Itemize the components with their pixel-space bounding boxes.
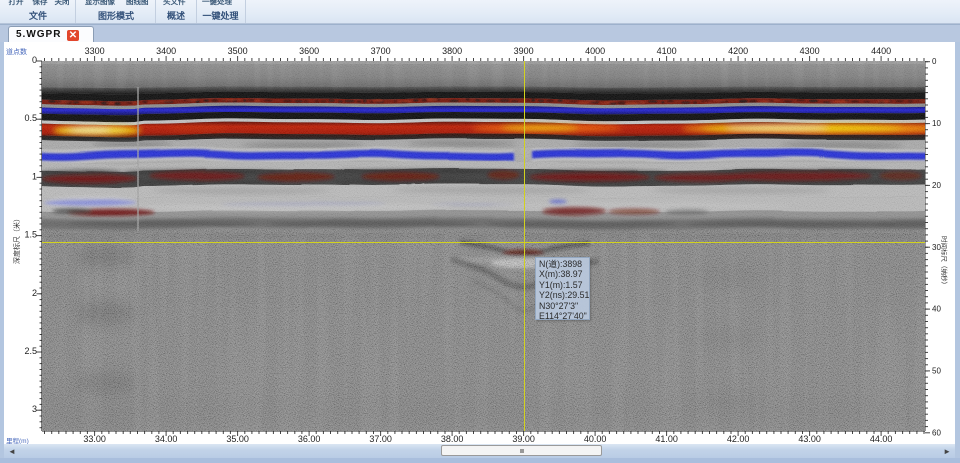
svg-text:3: 3	[32, 404, 37, 414]
svg-text:50: 50	[932, 366, 941, 375]
svg-text:4300: 4300	[800, 46, 820, 56]
svg-text:1.5: 1.5	[24, 230, 37, 240]
svg-text:3500: 3500	[228, 46, 248, 56]
svg-text:0: 0	[932, 57, 937, 66]
svg-text:20: 20	[932, 181, 941, 190]
svg-text:4000: 4000	[585, 46, 605, 56]
svg-text:1: 1	[32, 171, 37, 181]
svg-text:3400: 3400	[156, 46, 176, 56]
svg-text:40: 40	[932, 305, 941, 314]
svg-text:30: 30	[932, 243, 941, 252]
svg-text:2.5: 2.5	[24, 346, 37, 356]
svg-text:4200: 4200	[728, 46, 748, 56]
svg-text:0.5: 0.5	[24, 113, 37, 123]
svg-text:10: 10	[932, 119, 941, 128]
svg-text:3800: 3800	[442, 46, 462, 56]
svg-text:0: 0	[32, 55, 37, 65]
svg-text:3700: 3700	[371, 46, 391, 56]
svg-text:2: 2	[32, 288, 37, 298]
svg-text:3600: 3600	[299, 46, 319, 56]
svg-text:3300: 3300	[85, 46, 105, 56]
svg-text:4400: 4400	[871, 46, 891, 56]
svg-text:60: 60	[932, 428, 941, 437]
svg-text:4100: 4100	[657, 46, 677, 56]
svg-text:3900: 3900	[514, 46, 534, 56]
